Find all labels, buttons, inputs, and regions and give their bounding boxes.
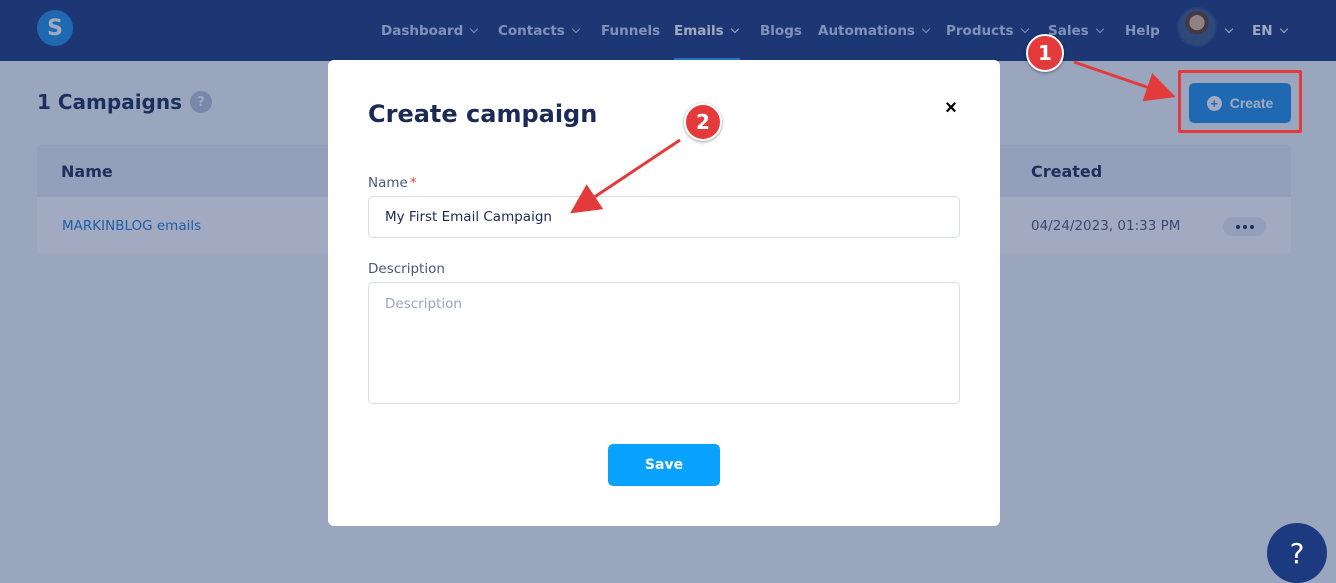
annotation-step-2: 2 (684, 103, 722, 141)
campaign-description-input[interactable] (368, 282, 960, 404)
required-mark: * (409, 175, 417, 191)
name-label-text: Name (368, 175, 408, 191)
modal-title: Create campaign (368, 100, 598, 128)
description-field-label: Description (368, 261, 445, 277)
save-button[interactable]: Save (608, 444, 720, 486)
close-icon[interactable]: × (940, 97, 962, 119)
help-chat-icon[interactable]: ? (1267, 523, 1327, 583)
annotation-step-1: 1 (1026, 34, 1064, 72)
campaign-name-input[interactable] (368, 196, 960, 238)
annotation-highlight-box (1178, 70, 1302, 133)
create-campaign-modal: Create campaign × Name* Description Save (328, 60, 1000, 526)
name-field-label: Name * (368, 175, 417, 191)
